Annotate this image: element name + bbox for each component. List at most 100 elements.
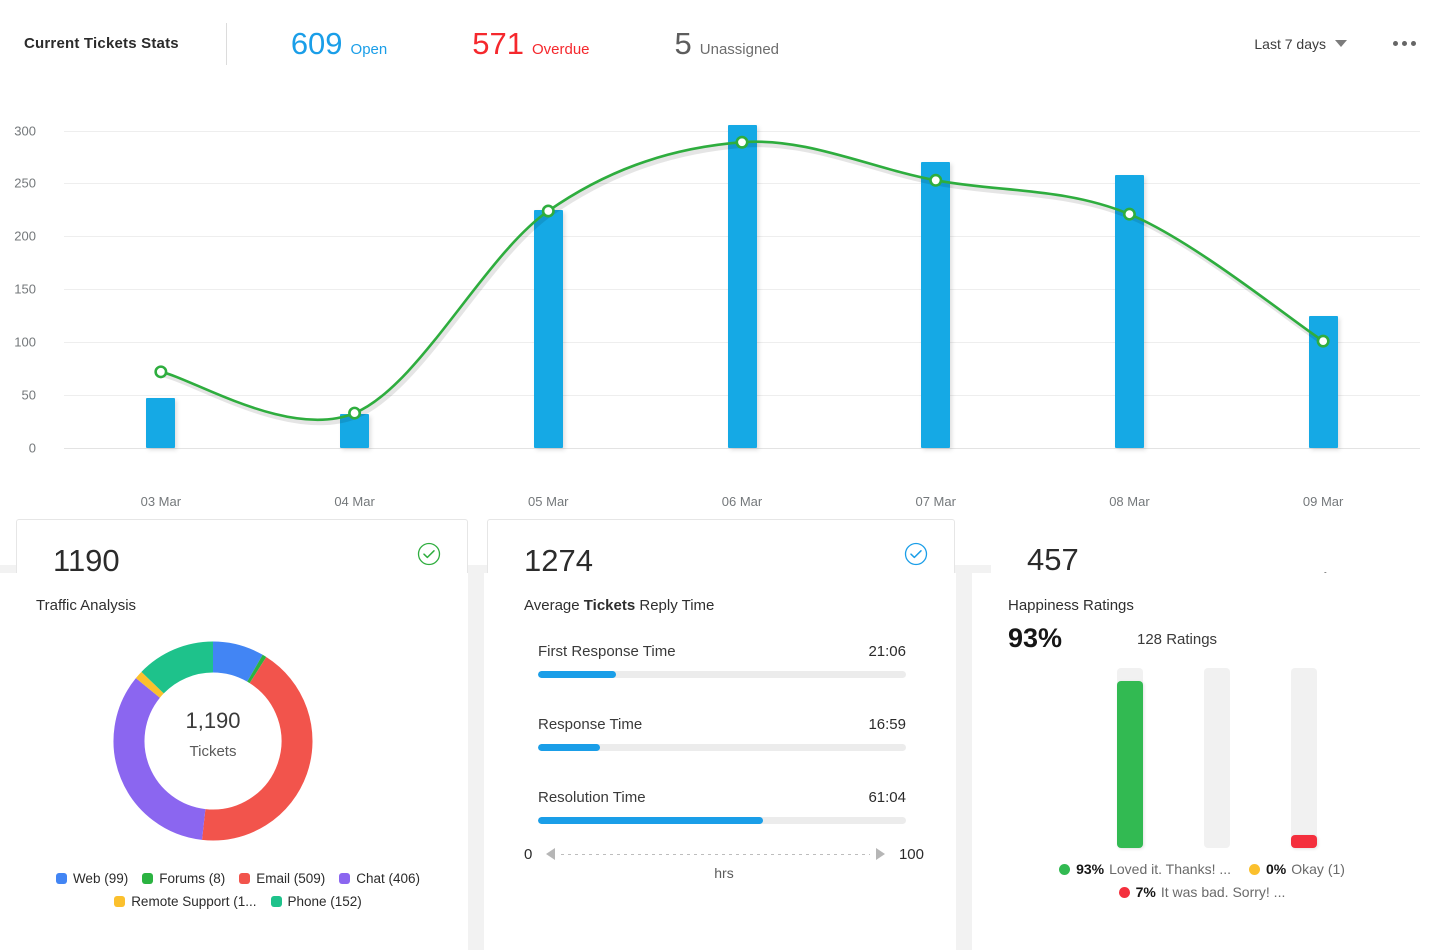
stat-unassigned[interactable]: 5 Unassigned xyxy=(675,28,779,59)
happiness-bar-fill xyxy=(1291,835,1317,848)
kpi-value: 1274 xyxy=(524,545,593,576)
metric-value: 61:04 xyxy=(868,789,906,806)
legend-swatch-icon xyxy=(271,896,282,907)
legend-swatch-icon xyxy=(1059,864,1070,875)
progress-fill xyxy=(538,744,600,751)
stat-open-value: 609 xyxy=(291,28,343,59)
tickets-trend-chart: 05010015020025030003 Mar04 Mar05 Mar06 M… xyxy=(0,87,1440,427)
reply-time-row-first-response[interactable]: First Response Time 21:06 xyxy=(538,643,906,660)
reply-time-axis: 0 100 xyxy=(524,843,924,865)
legend-label: Okay (1) xyxy=(1291,861,1345,877)
metric-label: Response Time xyxy=(538,716,642,733)
legend-swatch-icon xyxy=(1119,887,1130,898)
legend-label: Web (99) xyxy=(73,871,128,886)
trend-line-point[interactable] xyxy=(543,206,553,216)
donut-segment[interactable] xyxy=(148,683,153,688)
donut-segment[interactable] xyxy=(255,668,258,670)
traffic-legend: Web (99) Forums (8) Email (509) Chat (406) R… xyxy=(8,871,468,917)
check-circle-icon xyxy=(904,542,928,566)
legend-swatch-icon xyxy=(142,873,153,884)
trend-line-point[interactable] xyxy=(1124,209,1134,219)
more-options-button[interactable] xyxy=(1391,35,1418,52)
legend-item[interactable]: 7% It was bad. Sorry! ... xyxy=(1119,884,1286,900)
legend-item[interactable]: Chat (406) xyxy=(339,871,420,886)
legend-item[interactable]: Email (509) xyxy=(239,871,325,886)
header-actions: Last 7 days xyxy=(1254,35,1418,52)
check-circle-icon xyxy=(417,542,441,566)
axis-min-label: 0 xyxy=(524,846,532,863)
legend-label: Chat (406) xyxy=(356,871,420,886)
metric-label: Resolution Time xyxy=(538,789,646,806)
x-axis-label: 03 Mar xyxy=(141,494,181,509)
legend-swatch-icon xyxy=(1249,864,1260,875)
legend-swatch-icon xyxy=(339,873,350,884)
donut-svg xyxy=(110,638,316,844)
y-axis-tick: 150 xyxy=(0,282,36,297)
legend-label: It was bad. Sorry! ... xyxy=(1161,884,1286,900)
stat-overdue-label: Overdue xyxy=(532,41,590,58)
traffic-donut-chart[interactable]: 1,190 Tickets xyxy=(110,638,316,844)
x-axis-label: 07 Mar xyxy=(915,494,955,509)
dashboard-header: Current Tickets Stats 609 Open 571 Overd… xyxy=(0,0,1440,87)
legend-item[interactable]: 0%Okay (1) xyxy=(1249,861,1345,877)
stat-open-label: Open xyxy=(351,41,388,58)
legend-swatch-icon xyxy=(239,873,250,884)
trend-line-point[interactable] xyxy=(156,367,166,377)
traffic-analysis-panel: Traffic Analysis 1,190 Tickets Web (99) F… xyxy=(0,573,468,950)
happiness-bar-track xyxy=(1204,668,1230,848)
legend-swatch-icon xyxy=(114,896,125,907)
traffic-analysis-title: Traffic Analysis xyxy=(36,597,136,614)
progress-track xyxy=(538,744,906,751)
x-axis-label: 04 Mar xyxy=(334,494,374,509)
progress-track xyxy=(538,671,906,678)
legend-label: Loved it. Thanks! ... xyxy=(1109,861,1231,877)
legend-item[interactable]: Phone (152) xyxy=(271,894,362,909)
chart-gridline xyxy=(64,448,1420,449)
metric-value: 16:59 xyxy=(868,716,906,733)
stat-overdue[interactable]: 571 Overdue xyxy=(472,28,589,59)
legend-percent: 93% xyxy=(1076,861,1104,877)
stat-open[interactable]: 609 Open xyxy=(291,28,387,59)
happiness-bar-fill xyxy=(1117,681,1143,848)
legend-percent: 7% xyxy=(1136,884,1156,900)
reply-time-row-response[interactable]: Response Time 16:59 xyxy=(538,716,906,733)
legend-swatch-icon xyxy=(56,873,67,884)
y-axis-tick: 50 xyxy=(0,388,36,403)
donut-segment[interactable] xyxy=(153,657,213,683)
reply-time-title: Average Tickets Reply Time xyxy=(524,597,714,614)
date-range-selector[interactable]: Last 7 days xyxy=(1254,36,1347,52)
y-axis-tick: 100 xyxy=(0,335,36,350)
trend-line-point[interactable] xyxy=(349,408,359,418)
happiness-ratings-panel: Happiness Ratings 93% 128 Ratings 93% Lov… xyxy=(972,573,1440,950)
arrow-left-icon[interactable] xyxy=(546,848,555,860)
x-axis-label: 08 Mar xyxy=(1109,494,1149,509)
x-axis-label: 05 Mar xyxy=(528,494,568,509)
stat-unassigned-value: 5 xyxy=(675,28,692,59)
y-axis-tick: 200 xyxy=(0,229,36,244)
happiness-title: Happiness Ratings xyxy=(1008,597,1134,614)
legend-item[interactable]: Forums (8) xyxy=(142,871,225,886)
legend-item[interactable]: Remote Support (1... xyxy=(114,894,256,909)
happiness-bar-column[interactable] xyxy=(1291,668,1317,848)
reply-time-row-resolution[interactable]: Resolution Time 61:04 xyxy=(538,789,906,806)
stat-unassigned-label: Unassigned xyxy=(700,41,779,58)
trend-line xyxy=(161,142,1323,420)
reply-time-title-pre: Average xyxy=(524,597,584,614)
chevron-down-icon xyxy=(1335,40,1347,47)
y-axis-tick: 300 xyxy=(0,123,36,138)
more-options-icon xyxy=(1402,41,1407,46)
arrow-right-icon[interactable] xyxy=(876,848,885,860)
happiness-bar-column[interactable] xyxy=(1204,668,1230,848)
tickets-trend-panel: 05010015020025030003 Mar04 Mar05 Mar06 M… xyxy=(0,87,1440,565)
legend-item[interactable]: 93% Loved it. Thanks! ... xyxy=(1059,861,1231,877)
trend-line-point[interactable] xyxy=(931,175,941,185)
trend-line-point[interactable] xyxy=(1318,336,1328,346)
donut-segment[interactable] xyxy=(213,657,255,668)
happiness-count: 128 Ratings xyxy=(1137,631,1217,648)
happiness-bar-column[interactable] xyxy=(1117,668,1143,848)
trend-line-shadow xyxy=(163,145,1325,423)
legend-label: Remote Support (1... xyxy=(131,894,256,909)
legend-item[interactable]: Web (99) xyxy=(56,871,128,886)
x-axis-label: 06 Mar xyxy=(722,494,762,509)
trend-line-point[interactable] xyxy=(737,137,747,147)
